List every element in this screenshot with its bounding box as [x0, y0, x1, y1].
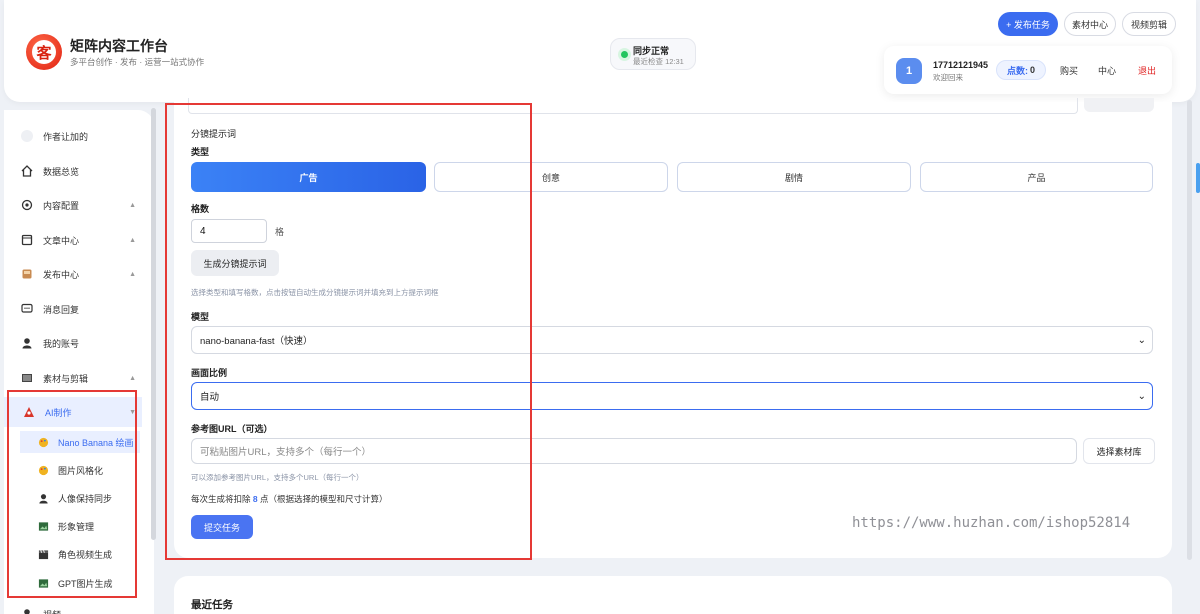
home-icon: [20, 164, 34, 178]
sidebar-item-video[interactable]: 视频: [14, 603, 142, 614]
avatar[interactable]: 1: [896, 58, 922, 84]
welcome-text: 欢迎回来: [933, 73, 963, 82]
annotation-box-form: [165, 103, 532, 560]
recent-tasks-panel: [174, 576, 1172, 614]
app-subtitle: 多平台创作 · 发布 · 运营一站式协作: [70, 57, 205, 67]
gear-icon: [20, 198, 34, 212]
chevron-up-icon: ▲: [129, 201, 136, 209]
video-edit-button[interactable]: 视频剪辑: [1122, 12, 1176, 36]
points-badge: 点数: 0: [996, 60, 1046, 80]
main-scrollbar[interactable]: [1187, 100, 1192, 560]
sidebar-item-articles[interactable]: 文章中心 ▲: [14, 229, 142, 251]
sidebar-item-label: 发布中心: [43, 269, 80, 280]
sidebar-item-label: 内容配置: [43, 200, 80, 211]
pick-material-button[interactable]: 选择素材库: [1083, 438, 1155, 464]
prompt-side-button[interactable]: [1084, 98, 1154, 112]
chat-icon: [20, 302, 34, 316]
chevron-down-icon: ⌄: [1137, 391, 1146, 402]
recent-tasks-title: 最近任务: [191, 599, 233, 611]
app-logo: 客: [26, 34, 62, 70]
side-accent-tab[interactable]: [1196, 163, 1200, 193]
type-option-story[interactable]: 剧情: [677, 162, 911, 192]
watermark-text: https://www.huzhan.com/ishop52814: [852, 515, 1131, 531]
center-link[interactable]: 中心: [1098, 64, 1116, 77]
chevron-down-icon: ⌄: [1137, 335, 1146, 346]
user-card: 1 17712121945 欢迎回来 点数: 0 购买 中心 退出: [884, 46, 1172, 94]
chevron-up-icon: ▲: [129, 270, 136, 278]
logo-glyph: 客: [32, 40, 56, 64]
box-icon: [20, 267, 34, 281]
person-icon: [20, 336, 34, 350]
logout-link[interactable]: 退出: [1138, 64, 1156, 77]
sidebar-item-messages[interactable]: 消息回复: [14, 298, 142, 320]
status-dot-icon: [621, 51, 628, 58]
sidebar-item-publish[interactable]: 发布中心 ▲: [14, 263, 142, 285]
document-icon: [20, 233, 34, 247]
sidebar-item-materials[interactable]: 素材与剪辑 ▲: [14, 367, 142, 389]
publish-task-button[interactable]: + 发布任务: [998, 12, 1058, 36]
chevron-up-icon: ▲: [129, 236, 136, 244]
sidebar-item-accounts[interactable]: 我的账号: [14, 332, 142, 354]
type-option-product[interactable]: 产品: [920, 162, 1153, 192]
user-phone: 17712121945: [933, 60, 989, 70]
sidebar-item-content-config[interactable]: 内容配置 ▲: [14, 194, 142, 216]
points-value: 0: [1029, 65, 1035, 75]
sidebar-item-label: 数据总览: [43, 166, 80, 177]
blank-icon: [20, 129, 34, 143]
material-center-button[interactable]: 素材中心: [1064, 12, 1116, 36]
person-icon: [20, 607, 34, 614]
app-title: 矩阵内容工作台: [70, 38, 168, 54]
sidebar-item-overview[interactable]: 数据总览: [14, 160, 142, 182]
sync-status-card: 同步正常 最近检查 12:31: [610, 38, 696, 70]
sidebar-item-label: 我的账号: [43, 338, 80, 349]
sidebar-item-label: 文章中心: [43, 235, 80, 246]
chevron-up-icon: ▲: [129, 374, 136, 382]
points-label: 点数:: [1006, 65, 1028, 76]
annotation-box-sidebar: [7, 390, 137, 598]
sidebar-item-label: 视频: [43, 608, 61, 614]
sidebar-item-label: 素材与剪辑: [43, 373, 89, 384]
film-icon: [20, 371, 34, 385]
sidebar-item-author[interactable]: 作者让加的: [14, 125, 142, 147]
sidebar-item-label: 作者让加的: [43, 131, 89, 142]
sidebar-scrollbar[interactable]: [151, 108, 156, 540]
buy-link[interactable]: 购买: [1060, 64, 1078, 77]
sidebar-item-label: 消息回复: [43, 304, 80, 315]
sync-time-text: 最近检查 12:31: [633, 57, 684, 66]
